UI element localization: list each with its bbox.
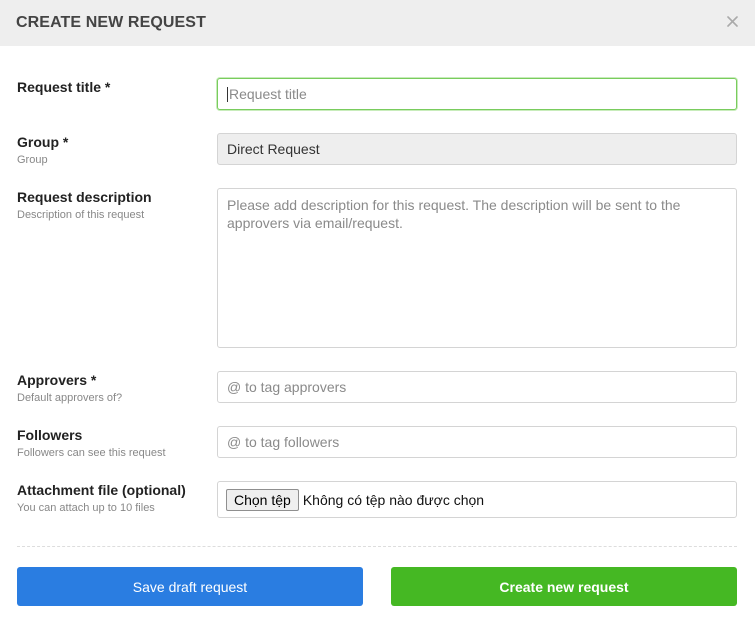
approvers-input[interactable]: @ to tag approvers <box>217 371 737 403</box>
group-label: Group * <box>17 134 69 150</box>
save-draft-button[interactable]: Save draft request <box>17 567 363 606</box>
text-caret <box>227 86 228 102</box>
attachment-field: Chọn tệp Không có tệp nào được chọn <box>217 481 737 518</box>
create-request-modal: CREATE NEW REQUEST Request title * Reque… <box>0 0 755 631</box>
request-title-row: Request title * Request title <box>17 78 737 110</box>
followers-row: Followers Followers can see this request… <box>17 426 737 459</box>
followers-placeholder: @ to tag followers <box>227 434 340 450</box>
group-value: Direct Request <box>227 141 320 157</box>
group-row: Group * Group Direct Request <box>17 133 737 166</box>
description-textarea[interactable]: Please add description for this request.… <box>217 188 737 348</box>
request-title-input[interactable]: Request title <box>217 78 737 110</box>
close-icon[interactable] <box>723 12 741 30</box>
footer-divider <box>17 546 737 547</box>
approvers-placeholder: @ to tag approvers <box>227 379 347 395</box>
attachment-sublabel: You can attach up to 10 files <box>17 502 155 514</box>
description-label: Request description <box>17 189 152 205</box>
followers-sublabel: Followers can see this request <box>17 447 166 459</box>
followers-label: Followers <box>17 427 83 443</box>
file-status-text: Không có tệp nào được chọn <box>302 491 485 508</box>
attachment-row: Attachment file (optional) You can attac… <box>17 481 737 518</box>
group-sublabel: Group <box>17 154 48 166</box>
create-request-button[interactable]: Create new request <box>391 567 737 606</box>
request-title-placeholder: Request title <box>229 86 307 102</box>
description-sublabel: Description of this request <box>17 209 145 221</box>
attachment-label: Attachment file (optional) <box>17 482 186 498</box>
approvers-sublabel: Default approvers of? <box>17 392 123 404</box>
description-row: Request description Description of this … <box>17 188 737 348</box>
modal-header: CREATE NEW REQUEST <box>0 0 755 46</box>
followers-input[interactable]: @ to tag followers <box>217 426 737 458</box>
request-title-label: Request title * <box>17 79 111 95</box>
choose-file-button[interactable]: Chọn tệp <box>226 488 299 511</box>
approvers-row: Approvers * Default approvers of? @ to t… <box>17 371 737 404</box>
description-placeholder: Please add description for this request.… <box>227 197 681 231</box>
group-field[interactable]: Direct Request <box>217 133 737 165</box>
modal-title: CREATE NEW REQUEST <box>16 14 206 31</box>
approvers-label: Approvers * <box>17 372 97 388</box>
